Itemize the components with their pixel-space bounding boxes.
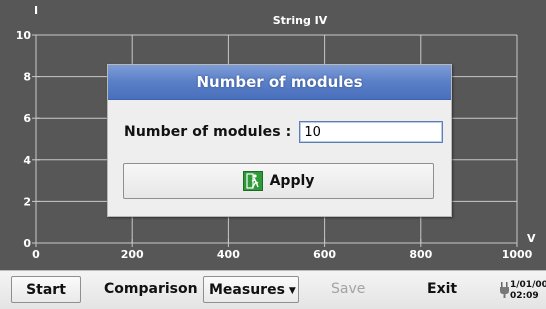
save-button[interactable]: Save bbox=[331, 276, 365, 303]
bottom-toolbar: Start Comparison Measures ▼ Save Exit 1/0… bbox=[0, 270, 546, 309]
x-axis-label: V bbox=[527, 232, 536, 245]
start-button[interactable]: Start bbox=[11, 276, 81, 303]
status-time: 02:09 bbox=[510, 291, 539, 301]
comparison-button[interactable]: Comparison bbox=[104, 276, 198, 303]
power-plug-icon bbox=[500, 282, 509, 298]
x-tick-label: 200 bbox=[121, 248, 144, 261]
chart-title: String IV bbox=[273, 14, 328, 27]
y-tick-label: 4 bbox=[23, 154, 31, 167]
exit-running-man-icon bbox=[242, 171, 263, 191]
x-tick-label: 400 bbox=[217, 248, 240, 261]
apply-button-label: Apply bbox=[269, 173, 315, 189]
x-tick-label: 1000 bbox=[502, 248, 533, 261]
apply-button[interactable]: Apply bbox=[123, 163, 434, 199]
y-tick-label: 6 bbox=[23, 112, 31, 125]
y-tick-label: 0 bbox=[23, 237, 31, 250]
number-of-modules-dialog: Number of modules Number of modules : Ap… bbox=[107, 64, 452, 217]
x-tick-label: 800 bbox=[409, 248, 432, 261]
dialog-title: Number of modules bbox=[108, 65, 451, 100]
y-tick-label: 8 bbox=[23, 71, 31, 84]
status-date: 1/01/00 bbox=[510, 280, 546, 290]
y-tick-label: 2 bbox=[23, 195, 31, 208]
y-axis-label: I bbox=[34, 4, 38, 17]
measures-label: Measures bbox=[209, 282, 285, 298]
modules-field-label: Number of modules : bbox=[124, 124, 292, 140]
caret-down-icon: ▼ bbox=[288, 286, 296, 296]
x-tick-label: 0 bbox=[32, 248, 40, 261]
x-tick-label: 600 bbox=[313, 248, 336, 261]
modules-count-input[interactable] bbox=[299, 121, 444, 143]
y-tick-label: 10 bbox=[16, 29, 32, 42]
measures-dropdown[interactable]: Measures ▼ bbox=[203, 276, 299, 303]
modules-field-row: Number of modules : bbox=[124, 121, 444, 143]
exit-button[interactable]: Exit bbox=[427, 276, 457, 303]
